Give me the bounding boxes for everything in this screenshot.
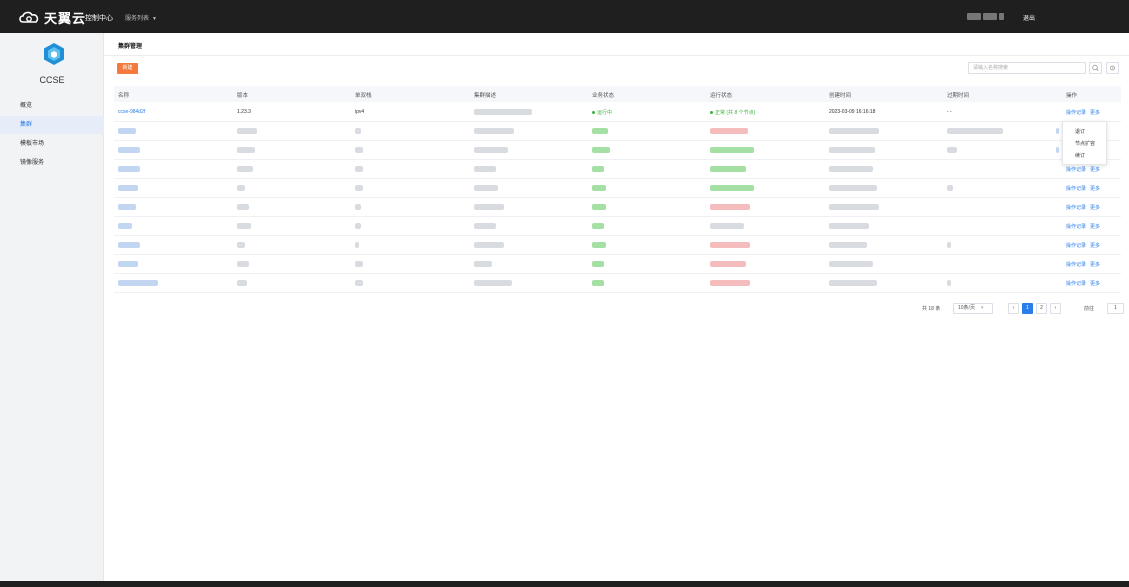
- column-header-run-status: 运行状态: [710, 93, 733, 99]
- op-record-link[interactable]: 操作记录: [1066, 280, 1086, 287]
- column-header-stack: 单双栈: [355, 93, 372, 99]
- op-record-link[interactable]: 操作记录: [1066, 242, 1086, 249]
- logout-link[interactable]: 退出: [1023, 13, 1035, 22]
- more-link[interactable]: 更多: [1090, 223, 1100, 230]
- page-size-value: 10条/页: [958, 305, 975, 311]
- divider: [104, 55, 1129, 56]
- table-row: 操作记录 更多: [114, 255, 1121, 274]
- biz-status: 运行中: [592, 109, 612, 116]
- more-actions-dropdown: 退订 节点扩容 续订: [1062, 121, 1107, 165]
- table-row: ccse-984d2f 1.23.3 ipv4 运行中 正常 (共 8 个节点)…: [114, 103, 1121, 122]
- cluster-name-link[interactable]: ccse-984d2f: [118, 109, 145, 115]
- dropdown-item-renew[interactable]: 续订: [1075, 152, 1085, 159]
- column-header-name: 名称: [118, 93, 130, 99]
- page-button-1[interactable]: 1: [1022, 303, 1033, 314]
- expire-time: - -: [947, 109, 952, 115]
- column-header-description: 集群描述: [474, 93, 497, 99]
- page-button-2[interactable]: 2: [1036, 303, 1047, 314]
- prev-page-button[interactable]: ‹: [1008, 303, 1019, 314]
- op-record-link[interactable]: 操作记录: [1066, 185, 1086, 192]
- product-name: CCSE: [39, 75, 65, 85]
- table-header: 名称 版本 单双栈 集群描述 业务状态 运行状态 创建时间 过期时间 操作: [114, 86, 1121, 102]
- chevron-down-icon: ▼: [152, 16, 157, 22]
- op-record-link[interactable]: 操作记录: [1066, 223, 1086, 230]
- pagination-total: 共 18 条: [922, 306, 941, 312]
- sidebar: CCSE 概览 集群 模板市场 镜像服务: [0, 33, 104, 581]
- chevron-down-icon: ▾: [980, 305, 984, 311]
- column-header-expire: 过期时间: [947, 93, 970, 99]
- run-status: 正常 (共 8 个节点): [710, 109, 755, 116]
- ccse-product-icon: [44, 43, 64, 65]
- more-link[interactable]: 更多: [1090, 185, 1100, 192]
- cluster-stack: ipv4: [355, 109, 365, 115]
- column-header-biz-status: 业务状态: [592, 93, 615, 99]
- table-row: 操作记录 更多: [114, 274, 1121, 293]
- biz-status-label: 运行中: [597, 110, 613, 116]
- created-time: 2023-03-09 16:16:18: [829, 109, 876, 115]
- next-page-button[interactable]: ›: [1050, 303, 1061, 314]
- search-input[interactable]: 请输入名称搜索: [968, 62, 1086, 74]
- create-cluster-button[interactable]: 新建: [117, 63, 138, 74]
- service-list-label: 服务列表: [125, 16, 150, 22]
- status-dot-icon: [592, 111, 595, 115]
- table-row: 操作记录 更多: [114, 236, 1121, 255]
- gear-icon: [1110, 65, 1115, 71]
- dropdown-item-unsubscribe[interactable]: 退订: [1075, 128, 1085, 135]
- more-link[interactable]: 更多: [1090, 166, 1100, 173]
- goto-label: 前往: [1084, 306, 1095, 312]
- more-link[interactable]: 更多: [1090, 109, 1100, 116]
- chevron-right-icon: ›: [1054, 305, 1057, 311]
- redacted-description: [474, 109, 532, 115]
- run-status-label: 正常 (共 8 个节点): [715, 110, 756, 116]
- dropdown-item-node-scale[interactable]: 节点扩容: [1075, 140, 1095, 147]
- bottom-bar: [0, 581, 1129, 587]
- more-link[interactable]: 更多: [1090, 242, 1100, 249]
- sidebar-item-template-market[interactable]: 模板市场: [0, 135, 104, 153]
- table-row: 操作记录 更多: [114, 160, 1121, 179]
- service-list-menu[interactable]: 服务列表 ▼: [125, 13, 157, 22]
- table-row: 操作记录 更多: [114, 179, 1121, 198]
- table-row: [114, 122, 1121, 141]
- page-size-select[interactable]: 10条/页 ▾: [953, 303, 993, 314]
- table-row: [114, 141, 1121, 160]
- column-header-actions: 操作: [1066, 93, 1078, 99]
- op-record-link[interactable]: 操作记录: [1066, 204, 1086, 211]
- column-header-version: 版本: [237, 93, 249, 99]
- settings-button[interactable]: [1106, 62, 1119, 74]
- sidebar-item-overview[interactable]: 概览: [0, 97, 104, 115]
- brand-name[interactable]: 天翼云: [44, 8, 86, 27]
- search-button[interactable]: [1089, 62, 1102, 74]
- op-record-link[interactable]: 操作记录: [1066, 109, 1086, 116]
- op-record-link[interactable]: 操作记录: [1066, 261, 1086, 268]
- main-content: 集群管理 新建 请输入名称搜索 名称 版本 单双栈 集群描述 业务状态 运行状态…: [104, 33, 1129, 581]
- sidebar-item-cluster[interactable]: 集群: [0, 116, 104, 134]
- page-title: 集群管理: [118, 44, 143, 50]
- more-link[interactable]: 更多: [1090, 204, 1100, 211]
- top-navigation-bar: 天翼云 控制中心 服务列表 ▼ 退出: [0, 0, 1129, 33]
- cluster-version: 1.23.3: [237, 109, 251, 115]
- cloud-logo-icon[interactable]: [18, 10, 40, 24]
- more-link[interactable]: 更多: [1090, 261, 1100, 268]
- table-row: 操作记录 更多: [114, 198, 1121, 217]
- user-account[interactable]: [967, 13, 1005, 20]
- search-icon: [1092, 64, 1099, 71]
- table-row: 操作记录 更多: [114, 217, 1121, 236]
- status-dot-icon: [710, 111, 713, 115]
- chevron-left-icon: ‹: [1012, 305, 1015, 311]
- console-link[interactable]: 控制中心: [85, 13, 113, 23]
- more-link[interactable]: 更多: [1090, 280, 1100, 287]
- goto-page-input[interactable]: 1: [1107, 303, 1124, 314]
- op-record-link[interactable]: 操作记录: [1066, 166, 1086, 173]
- column-header-created: 创建时间: [829, 93, 852, 99]
- sidebar-item-image-service[interactable]: 镜像服务: [0, 154, 104, 172]
